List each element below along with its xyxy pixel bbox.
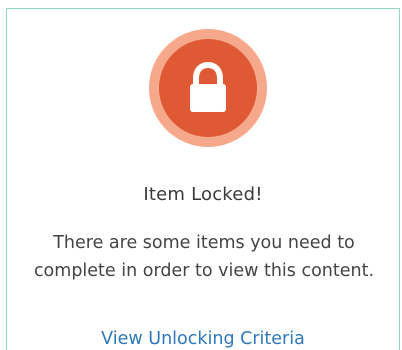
lock-badge-inner: [159, 39, 257, 137]
lock-icon: [190, 61, 226, 112]
page-title: Item Locked!: [143, 184, 263, 205]
locked-message: There are some items you need to complet…: [33, 233, 375, 281]
locked-item-card: Item Locked! There are some items you ne…: [6, 8, 400, 350]
lock-badge: [149, 29, 267, 147]
view-unlocking-criteria-link[interactable]: View Unlocking Criteria: [7, 329, 399, 349]
